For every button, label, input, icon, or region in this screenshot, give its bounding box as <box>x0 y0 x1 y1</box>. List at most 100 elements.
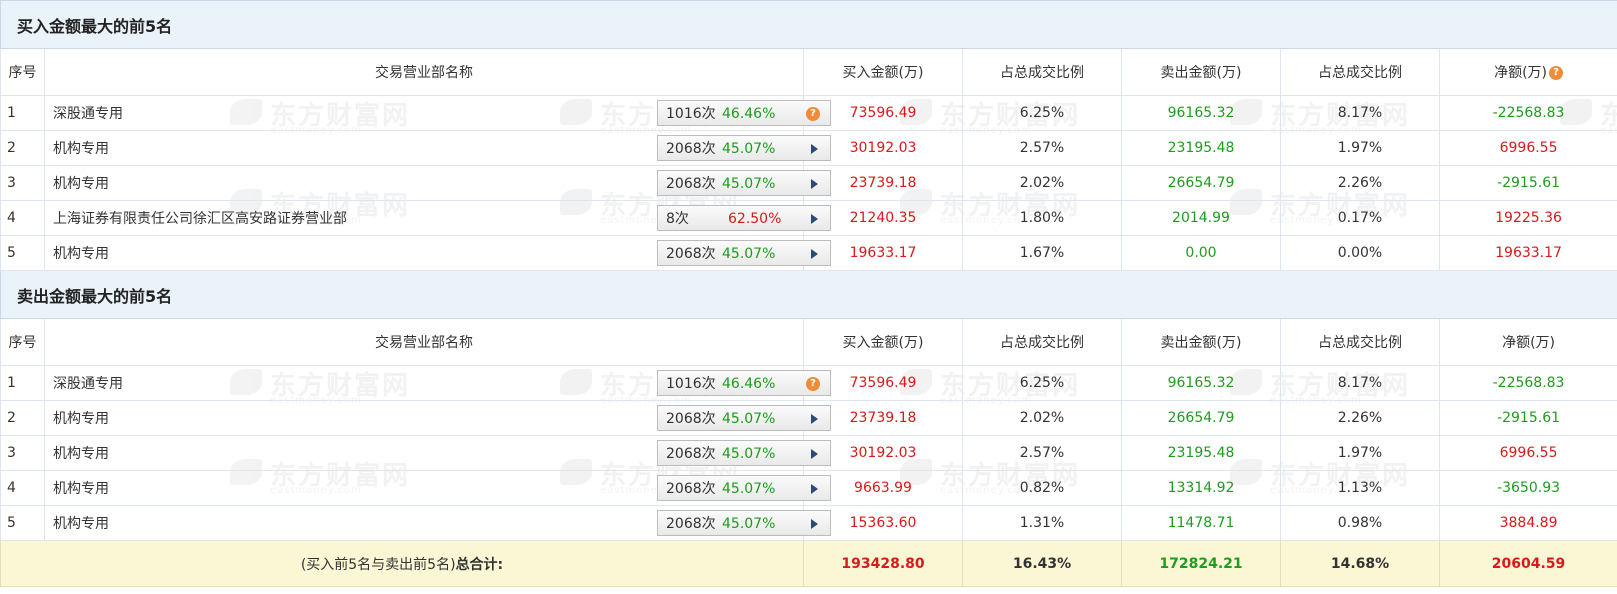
sell-amount: 26654.79 <box>1121 165 1281 201</box>
header-sell-ratio: 占总成交比例 <box>1280 48 1440 96</box>
header-broker-name-label: 交易营业部名称 <box>375 335 473 351</box>
header-net-amount-label: 净额(万) <box>1502 335 1556 351</box>
play-arrow-icon[interactable] <box>811 414 818 424</box>
broker-name-cell: 机构专用 2068次 45.07% <box>44 130 831 166</box>
seat-stats-button[interactable]: 2068次 45.07% <box>657 440 831 466</box>
sell-ratio: 1.97% <box>1280 130 1440 166</box>
play-arrow-icon[interactable] <box>811 484 818 494</box>
header-index-label: 序号 <box>8 65 37 81</box>
buy-top5-title: 买入金额最大的前5名 <box>0 0 1617 49</box>
sell-ratio: 0.17% <box>1280 200 1440 236</box>
broker-name[interactable]: 机构专用 <box>53 446 109 462</box>
broker-name[interactable]: 机构专用 <box>53 141 109 157</box>
broker-name-cell: 机构专用 2068次 45.07% <box>44 435 831 471</box>
sell-amount: 26654.79 <box>1121 400 1281 436</box>
table-row: 4 机构专用 2068次 45.07% 9663.99 0.82% 13314.92 1.13… <box>0 470 1617 506</box>
trading-seats-table: 买入金额最大的前5名 序号 交易营业部名称 买入金额(万) 占总成交比例 卖出金额(万) 占… <box>0 0 1617 587</box>
seat-appear-count: 2068次 <box>666 516 716 532</box>
play-arrow-icon[interactable] <box>811 449 818 459</box>
broker-name[interactable]: 深股通专用 <box>53 106 123 122</box>
broker-name-cell: 机构专用 2068次 45.07% <box>44 400 831 436</box>
help-icon[interactable]: ? <box>1549 66 1564 80</box>
broker-name[interactable]: 机构专用 <box>53 176 109 192</box>
broker-name[interactable]: 上海证券有限责任公司徐汇区高安路证券营业部 <box>53 211 347 227</box>
sell-ratio: 8.17% <box>1280 365 1440 401</box>
row-index: 1 <box>0 95 45 131</box>
seat-stats-button[interactable]: 2068次 45.07% <box>657 240 831 266</box>
table-row: 3 机构专用 2068次 45.07% 23739.18 2.02% 26654.79 2.2… <box>0 165 1617 201</box>
header-sell-amount: 卖出金额(万) <box>1121 318 1281 366</box>
header-broker-name: 交易营业部名称 <box>44 318 804 366</box>
sell-amount: 13314.92 <box>1121 470 1281 506</box>
total-label-bold: 总合计: <box>455 556 504 573</box>
buy-ratio: 2.57% <box>962 130 1122 166</box>
buy-ratio: 1.31% <box>962 505 1122 541</box>
sell-ratio: 1.13% <box>1280 470 1440 506</box>
broker-name[interactable]: 机构专用 <box>53 481 109 497</box>
net-amount: 19633.17 <box>1438 235 1617 271</box>
broker-name[interactable]: 机构专用 <box>53 411 109 427</box>
seat-stats-button[interactable]: 2068次 45.07% <box>657 170 831 196</box>
buy-ratio: 2.02% <box>962 165 1122 201</box>
row-index: 4 <box>0 200 45 236</box>
header-buy-amount: 买入金额(万) <box>803 48 963 96</box>
sell-ratio: 0.98% <box>1280 505 1440 541</box>
total-label-prefix: (买入前5名与卖出前5名) <box>300 556 456 573</box>
seat-stats-button[interactable]: 1016次 46.46%? <box>657 370 831 396</box>
seat-stats-button[interactable]: 2068次 45.07% <box>657 135 831 161</box>
header-sell-amount: 卖出金额(万) <box>1121 48 1281 96</box>
header-sell-amount-label: 卖出金额(万) <box>1160 335 1242 351</box>
header-buy-ratio: 占总成交比例 <box>962 48 1122 96</box>
broker-name[interactable]: 机构专用 <box>53 246 109 262</box>
play-arrow-icon[interactable] <box>811 144 818 154</box>
broker-name-cell: 上海证券有限责任公司徐汇区高安路证券营业部 8次 62.50% <box>44 200 831 236</box>
header-net-amount: 净额(万) <box>1438 318 1617 366</box>
net-amount: 6996.55 <box>1438 435 1617 471</box>
help-icon[interactable]: ? <box>806 377 820 391</box>
table-row: 5 机构专用 2068次 45.07% 15363.60 1.31% 11478.71 0.9… <box>0 505 1617 541</box>
row-index: 2 <box>0 130 45 166</box>
seat-stats-button[interactable]: 2068次 45.07% <box>657 475 831 501</box>
play-arrow-icon[interactable] <box>811 249 818 259</box>
header-index: 序号 <box>0 318 45 366</box>
header-buy-ratio: 占总成交比例 <box>962 318 1122 366</box>
header-buy-ratio-label: 占总成交比例 <box>1000 65 1084 81</box>
play-arrow-icon[interactable] <box>811 179 818 189</box>
buy-ratio: 2.57% <box>962 435 1122 471</box>
seat-appear-count: 1016次 <box>666 376 716 392</box>
header-net-amount: 净额(万)? <box>1438 48 1617 96</box>
seat-win-rate: 45.07% <box>722 176 776 192</box>
broker-name[interactable]: 机构专用 <box>53 516 109 532</box>
table-row: 1 深股通专用 1016次 46.46%? 73596.49 6.25% 96165.32 8… <box>0 365 1617 401</box>
seat-stats-button[interactable]: 2068次 45.07% <box>657 510 831 536</box>
sell-ratio: 2.26% <box>1280 400 1440 436</box>
seat-win-rate: 45.07% <box>722 141 776 157</box>
broker-name[interactable]: 深股通专用 <box>53 376 123 392</box>
header-net-amount-label: 净额(万) <box>1494 65 1548 81</box>
header-sell-ratio-label: 占总成交比例 <box>1318 335 1402 351</box>
header-sell-amount-label: 卖出金额(万) <box>1160 65 1242 81</box>
net-amount: 6996.55 <box>1438 130 1617 166</box>
header-sell-ratio: 占总成交比例 <box>1280 318 1440 366</box>
total-sell-amount: 172824.21 <box>1121 540 1281 587</box>
sell-amount: 96165.32 <box>1121 95 1281 131</box>
sell-ratio: 0.00% <box>1280 235 1440 271</box>
play-arrow-icon[interactable] <box>811 214 818 224</box>
seat-stats-button[interactable]: 2068次 45.07% <box>657 405 831 431</box>
seat-stats-button[interactable]: 1016次 46.46%? <box>657 100 831 126</box>
header-buy-ratio-label: 占总成交比例 <box>1000 335 1084 351</box>
row-index: 4 <box>0 470 45 506</box>
broker-name-cell: 机构专用 2068次 45.07% <box>44 235 831 271</box>
broker-name-cell: 深股通专用 1016次 46.46%? <box>44 365 831 401</box>
net-amount: -22568.83 <box>1438 95 1617 131</box>
seat-stats-button[interactable]: 8次 62.50% <box>657 205 831 231</box>
header-buy-amount-label: 买入金额(万) <box>842 335 924 351</box>
play-arrow-icon[interactable] <box>811 519 818 529</box>
sell-amount: 23195.48 <box>1121 435 1281 471</box>
sell-top5-title-row: 卖出金额最大的前5名 <box>0 270 1617 319</box>
seat-appear-count: 2068次 <box>666 246 716 262</box>
help-icon[interactable]: ? <box>806 107 820 121</box>
broker-name-cell: 机构专用 2068次 45.07% <box>44 165 831 201</box>
buy-ratio: 1.67% <box>962 235 1122 271</box>
total-sell-ratio: 14.68% <box>1280 540 1440 587</box>
